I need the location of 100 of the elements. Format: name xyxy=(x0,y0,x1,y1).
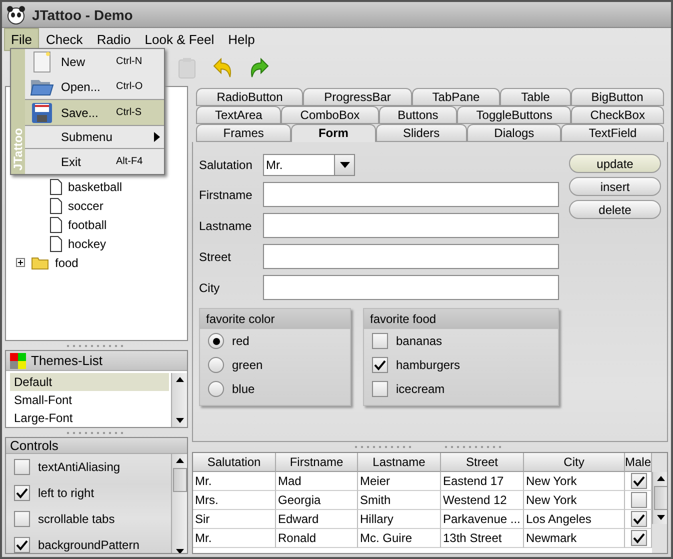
list-item[interactable]: Default xyxy=(10,373,169,391)
tab[interactable]: BigButton xyxy=(570,88,664,106)
undo-arrow-icon[interactable] xyxy=(212,57,234,79)
table-cell: Smith xyxy=(358,491,441,510)
list-item[interactable]: Large-Font xyxy=(10,409,169,427)
radio-label: blue xyxy=(232,382,255,396)
menu-item[interactable]: Open... Ctrl-O xyxy=(25,74,164,99)
checkbox[interactable] xyxy=(631,492,647,508)
column-header[interactable]: Street xyxy=(441,453,524,472)
tab[interactable]: TextArea xyxy=(196,106,282,124)
table-cell: Hillary xyxy=(358,510,441,529)
tree-item[interactable]: football xyxy=(68,218,107,232)
menu[interactable]: Radio xyxy=(90,28,138,50)
window-title: JTattoo - Demo xyxy=(32,6,133,22)
table-cell: Mr. xyxy=(193,529,276,548)
menu-item[interactable]: New Ctrl-N xyxy=(25,49,164,74)
radio-button[interactable] xyxy=(208,357,224,373)
checkbox-label: bananas xyxy=(396,334,442,348)
checkbox[interactable] xyxy=(372,333,388,349)
tab[interactable]: Form xyxy=(291,124,376,142)
checkbox[interactable] xyxy=(14,459,30,475)
radio-label: green xyxy=(232,358,263,372)
radio-button[interactable] xyxy=(208,333,224,349)
checkbox-label: icecream xyxy=(396,382,445,396)
panel-title: Themes-List xyxy=(31,353,103,368)
checkbox[interactable] xyxy=(14,537,30,553)
action-button[interactable]: update xyxy=(569,154,661,173)
table-cell: New York xyxy=(524,491,625,510)
checkbox[interactable] xyxy=(14,511,30,527)
tab[interactable]: ProgressBar xyxy=(303,88,412,106)
scroll-thumb[interactable] xyxy=(654,486,667,510)
tab[interactable]: RadioButton xyxy=(196,88,304,106)
checkbox[interactable] xyxy=(631,530,647,546)
table-cell: Meier xyxy=(358,472,441,491)
text-field[interactable] xyxy=(263,244,559,269)
table-cell: Sir xyxy=(193,510,276,529)
redo-arrow-icon[interactable] xyxy=(248,57,270,79)
column-header[interactable]: Male xyxy=(625,453,652,472)
checkbox[interactable] xyxy=(631,511,647,527)
menu-item[interactable]: Exit Alt-F4 xyxy=(25,149,164,174)
checkbox[interactable] xyxy=(372,357,388,373)
menu-item[interactable]: Save... Ctrl-S xyxy=(25,100,164,125)
tab[interactable]: Frames xyxy=(196,124,292,142)
table-cell: Westend 12 xyxy=(441,491,524,510)
group-title: favorite color xyxy=(200,309,350,329)
tree-item[interactable]: soccer xyxy=(68,198,104,212)
table-cell: Georgia xyxy=(276,491,358,510)
document-icon xyxy=(50,216,62,232)
tab[interactable]: CheckBox xyxy=(571,106,664,124)
checkbox-label: backgroundPattern xyxy=(38,538,140,552)
tab[interactable]: Buttons xyxy=(378,106,458,124)
checkbox[interactable] xyxy=(14,485,30,501)
document-icon xyxy=(50,178,62,194)
tree-item[interactable]: basketball xyxy=(68,180,122,194)
text-field[interactable] xyxy=(263,275,559,300)
tab[interactable]: ComboBox xyxy=(281,106,379,124)
panel-title: Controls xyxy=(10,438,58,453)
tab[interactable]: Sliders xyxy=(376,124,467,142)
table-cell: Ronald xyxy=(276,529,358,548)
blank-page-icon xyxy=(33,50,51,72)
folder-icon xyxy=(31,256,49,270)
action-button[interactable]: delete xyxy=(569,200,661,219)
tab[interactable]: Dialogs xyxy=(466,124,562,142)
table-cell: Eastend 17 xyxy=(441,472,524,491)
table-cell: Newmark xyxy=(524,529,625,548)
tab[interactable]: ToggleButtons xyxy=(457,106,572,124)
column-header[interactable]: Lastname xyxy=(358,453,441,472)
column-header[interactable]: Firstname xyxy=(276,453,358,472)
table-cell: Edward xyxy=(276,510,358,529)
menu[interactable]: Check xyxy=(38,28,90,50)
column-header[interactable]: City xyxy=(524,453,625,472)
panda-logo-icon xyxy=(6,4,26,24)
expand-icon[interactable] xyxy=(16,258,25,267)
scrollbar[interactable] xyxy=(171,454,187,553)
tab[interactable]: TabPane xyxy=(412,88,500,106)
menu[interactable]: Help xyxy=(221,28,262,50)
field-label: Salutation xyxy=(199,158,254,172)
scrollbar[interactable] xyxy=(171,373,187,427)
tab[interactable]: Table xyxy=(500,88,570,106)
submenu-item[interactable]: Submenu xyxy=(25,126,164,148)
scrollbar[interactable] xyxy=(652,472,667,524)
checkbox[interactable] xyxy=(372,381,388,397)
field-label: Firstname xyxy=(199,188,254,202)
text-field[interactable] xyxy=(263,182,559,207)
action-button[interactable]: insert xyxy=(569,177,661,196)
menu[interactable]: Look & Feel xyxy=(138,28,222,50)
tab[interactable]: TextField xyxy=(561,124,664,142)
column-header[interactable]: Salutation xyxy=(193,453,276,472)
tree-item[interactable]: hockey xyxy=(68,236,106,250)
scroll-thumb[interactable] xyxy=(172,468,186,492)
color-squares-icon xyxy=(10,352,26,368)
table-cell: Parkavenue ... xyxy=(441,510,524,529)
radio-button[interactable] xyxy=(208,381,224,397)
text-field[interactable] xyxy=(263,213,559,238)
checkbox[interactable] xyxy=(631,473,647,489)
list-item[interactable]: Small-Font xyxy=(10,391,169,409)
tree-item[interactable]: food xyxy=(55,256,78,270)
table-cell: Mr. xyxy=(193,472,276,491)
checkbox-label: scrollable tabs xyxy=(38,512,115,526)
salutation-dropdown[interactable]: Mr. xyxy=(263,154,355,176)
